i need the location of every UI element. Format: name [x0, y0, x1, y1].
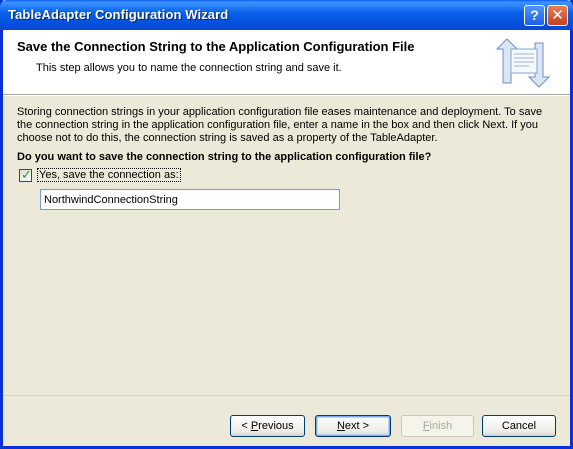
finish-button[interactable]: Finish	[401, 415, 474, 437]
window-title: TableAdapter Configuration Wizard	[8, 7, 229, 22]
wizard-window: TableAdapter Configuration Wizard ? ✕ Sa…	[0, 0, 573, 449]
previous-prefix: <	[241, 420, 251, 432]
checkmark-icon: ✓	[21, 167, 32, 182]
previous-button[interactable]: < Previous	[230, 415, 305, 437]
header-title: Save the Connection String to the Applic…	[17, 39, 415, 54]
save-question: Do you want to save the connection strin…	[17, 151, 432, 163]
next-button[interactable]: Next >	[315, 415, 391, 437]
close-button[interactable]: ✕	[547, 5, 568, 26]
finish-mnemonic: F	[422, 420, 430, 432]
connection-arrows-icon	[495, 38, 551, 88]
header-subtitle: This step allows you to name the connect…	[36, 62, 342, 74]
help-icon: ?	[530, 7, 539, 23]
button-divider	[3, 395, 570, 396]
title-bar[interactable]: TableAdapter Configuration Wizard ? ✕	[0, 0, 573, 30]
connection-name-input[interactable]	[40, 189, 340, 210]
save-connection-label[interactable]: Yes, save the connection as:	[37, 168, 181, 182]
close-icon: ✕	[551, 7, 564, 24]
next-mnemonic: N	[336, 420, 345, 432]
wizard-header: Save the Connection String to the Applic…	[3, 30, 570, 95]
help-button[interactable]: ?	[524, 5, 545, 26]
header-divider	[3, 95, 570, 96]
next-label-rest: ext >	[344, 420, 370, 432]
previous-label-rest: revious	[258, 420, 294, 432]
finish-label-rest: inish	[429, 420, 453, 432]
save-connection-checkbox[interactable]: ✓	[19, 167, 32, 182]
description-text: Storing connection strings in your appli…	[17, 106, 543, 144]
cancel-button[interactable]: Cancel	[482, 415, 556, 437]
